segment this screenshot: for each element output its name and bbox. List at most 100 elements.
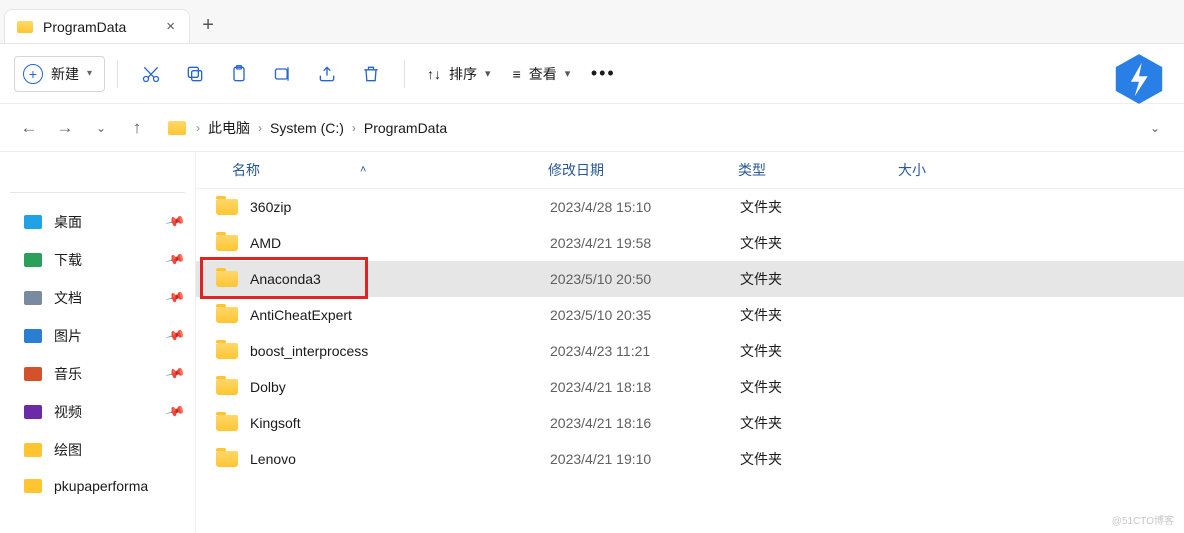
delete-button[interactable] (350, 56, 392, 92)
sidebar-item-label: 下载 (54, 250, 82, 270)
folder-icon (24, 291, 42, 305)
sidebar-item[interactable]: 下载 📌 (0, 241, 195, 279)
back-button[interactable]: ← (14, 113, 44, 143)
tab-title: ProgramData (43, 19, 126, 35)
pin-icon: 📌 (164, 363, 186, 385)
folder-icon (24, 443, 42, 457)
close-icon[interactable]: × (166, 18, 175, 35)
nav-row: ← → ⌄ ↑ › 此电脑 › System (C:) › ProgramDat… (0, 104, 1184, 152)
chevron-down-icon[interactable]: ⌄ (1140, 113, 1170, 143)
file-date: 2023/4/21 18:18 (550, 379, 740, 395)
col-size[interactable]: 大小 (898, 160, 998, 180)
file-type: 文件夹 (740, 377, 900, 397)
separator (404, 60, 405, 88)
crumb-1[interactable]: System (C:) (266, 116, 348, 140)
content-pane: 名称˄ 修改日期 类型 大小 360zip2023/4/28 15:10文件夹A… (196, 152, 1184, 533)
file-list: 360zip2023/4/28 15:10文件夹AMD2023/4/21 19:… (196, 189, 1184, 477)
chevron-right-icon: › (352, 121, 356, 135)
folder-icon (216, 307, 238, 323)
file-name: 360zip (250, 199, 550, 215)
pin-icon: 📌 (164, 325, 186, 347)
file-date: 2023/4/23 11:21 (550, 343, 740, 359)
file-date: 2023/4/28 15:10 (550, 199, 740, 215)
folder-icon (17, 21, 33, 33)
sort-label: 排序 (449, 64, 477, 84)
sidebar-item[interactable]: 文档📌 (0, 279, 195, 317)
file-date: 2023/5/10 20:50 (550, 271, 740, 287)
tab-active[interactable]: ProgramData × (4, 9, 190, 43)
chevron-down-icon: ▾ (485, 67, 491, 80)
sort-button[interactable]: ↑↓ 排序 ▾ (417, 64, 501, 84)
col-date[interactable]: 修改日期 (548, 160, 738, 180)
sidebar-item[interactable]: 视频📌 (0, 393, 195, 431)
file-date: 2023/4/21 18:16 (550, 415, 740, 431)
table-row[interactable]: AMD2023/4/21 19:58文件夹 (196, 225, 1184, 261)
copy-button[interactable] (174, 56, 216, 92)
column-header: 名称˄ 修改日期 类型 大小 (196, 152, 1184, 189)
crumb-0[interactable]: 此电脑 (204, 114, 254, 142)
view-button[interactable]: ≡ 查看 ▾ (503, 64, 581, 84)
folder-icon (216, 343, 238, 359)
sidebar-item-label: 音乐 (54, 364, 82, 384)
sidebar-item[interactable]: 绘图 (0, 431, 195, 469)
sidebar-item[interactable]: 桌面 📌 (0, 203, 195, 241)
chevron-down-icon: ▾ (87, 68, 92, 79)
sidebar-item[interactable]: 图片 📌 (0, 317, 195, 355)
folder-icon (216, 451, 238, 467)
file-name: AntiCheatExpert (250, 307, 550, 323)
col-name[interactable]: 名称˄ (232, 160, 548, 180)
tab-strip: ProgramData × + (0, 0, 1184, 44)
folder-icon (24, 329, 42, 343)
file-type: 文件夹 (740, 341, 900, 361)
sidebar-item[interactable]: 音乐 📌 (0, 355, 195, 393)
pin-icon: 📌 (164, 211, 186, 233)
folder-icon (216, 235, 238, 251)
folder-icon (24, 253, 42, 267)
pin-icon: 📌 (164, 249, 186, 271)
file-name: Lenovo (250, 451, 550, 467)
plus-icon: + (23, 64, 43, 84)
folder-icon (216, 199, 238, 215)
table-row[interactable]: Kingsoft2023/4/21 18:16文件夹 (196, 405, 1184, 441)
share-button[interactable] (306, 56, 348, 92)
sidebar-item[interactable]: pkupaperforma (0, 469, 195, 503)
folder-icon (24, 479, 42, 493)
table-row[interactable]: Dolby2023/4/21 18:18文件夹 (196, 369, 1184, 405)
table-row[interactable]: 360zip2023/4/28 15:10文件夹 (196, 189, 1184, 225)
file-date: 2023/4/21 19:10 (550, 451, 740, 467)
table-row[interactable]: boost_interprocess2023/4/23 11:21文件夹 (196, 333, 1184, 369)
more-button[interactable]: ••• (582, 56, 624, 92)
forward-button[interactable]: → (50, 113, 80, 143)
chevron-right-icon: › (258, 121, 262, 135)
file-type: 文件夹 (740, 269, 900, 289)
table-row[interactable]: AntiCheatExpert2023/5/10 20:35文件夹 (196, 297, 1184, 333)
cut-button[interactable] (130, 56, 172, 92)
folder-icon (216, 415, 238, 431)
sidebar-item-label: 桌面 (54, 212, 82, 232)
file-name: Dolby (250, 379, 550, 395)
new-button[interactable]: + 新建 ▾ (14, 56, 105, 92)
new-label: 新建 (51, 64, 79, 84)
table-row[interactable]: Lenovo2023/4/21 19:10文件夹 (196, 441, 1184, 477)
folder-icon (216, 271, 238, 287)
col-type[interactable]: 类型 (738, 160, 898, 180)
sidebar-item-label: 图片 (54, 326, 82, 346)
file-type: 文件夹 (740, 233, 900, 253)
up-button[interactable]: ↑ (122, 113, 152, 143)
new-tab-button[interactable]: + (190, 7, 226, 43)
table-row[interactable]: Anaconda32023/5/10 20:50文件夹 (196, 261, 1184, 297)
view-label: 查看 (529, 64, 557, 84)
file-type: 文件夹 (740, 413, 900, 433)
toolbar: + 新建 ▾ ↑↓ 排序 ▾ ≡ 查看 ▾ ••• (0, 44, 1184, 104)
chevron-down-icon[interactable]: ⌄ (86, 113, 116, 143)
folder-icon (24, 405, 42, 419)
file-type: 文件夹 (740, 305, 900, 325)
paste-button[interactable] (218, 56, 260, 92)
sidebar: 桌面 📌 下载 📌 文档📌 图片 📌 音乐 📌 视频📌绘图pkupaperforma (0, 152, 196, 533)
crumb-2[interactable]: ProgramData (360, 116, 451, 140)
thunder-app-icon[interactable] (1112, 52, 1166, 106)
file-name: boost_interprocess (250, 343, 550, 359)
rename-button[interactable] (262, 56, 304, 92)
sidebar-item-label: 视频 (54, 402, 82, 422)
sidebar-list: 桌面 📌 下载 📌 文档📌 图片 📌 音乐 📌 视频📌绘图pkupaperforma (0, 203, 195, 503)
